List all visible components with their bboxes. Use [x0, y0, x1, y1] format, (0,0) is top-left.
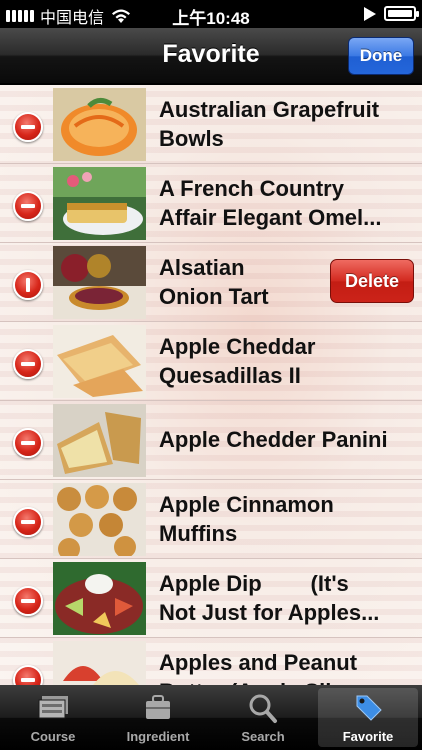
delete-toggle-icon[interactable] [13, 665, 43, 685]
tab-ingredient[interactable]: Ingredient [108, 688, 208, 747]
delete-toggle-icon[interactable] [13, 112, 43, 142]
recipe-thumbnail [53, 562, 146, 635]
delete-confirm-icon[interactable] [13, 270, 43, 300]
delete-button[interactable]: Delete [330, 259, 414, 303]
recipe-thumbnail [53, 404, 146, 477]
recipe-thumbnail [53, 641, 146, 685]
list-item[interactable]: Apples and Peanut Butter (Apple Slices..… [0, 638, 422, 685]
list-item[interactable]: Apple Chedder Panini [0, 401, 422, 480]
course-icon [38, 696, 68, 719]
recipe-thumbnail [53, 325, 146, 398]
list-item[interactable]: Alsatian Onion Tart Delete [0, 243, 422, 322]
status-right [364, 6, 419, 21]
delete-toggle-icon[interactable] [13, 507, 43, 537]
list-item[interactable]: Apple Cheddar Quesadillas II [0, 322, 422, 401]
tab-label: Course [30, 729, 76, 744]
list-item[interactable]: Apple Cinnamon Muffins [0, 480, 422, 559]
recipe-title: Australian Grapefruit Bowls [159, 97, 380, 151]
recipe-title: Apple Cheddar Quesadillas II [159, 334, 316, 388]
ingredient-icon [146, 695, 170, 719]
recipe-thumbnail [53, 246, 146, 319]
recipe-thumbnail [53, 483, 146, 556]
list-item[interactable]: A French Country Affair Elegant Omel... [0, 164, 422, 243]
tab-search[interactable]: Search [213, 688, 313, 747]
recipe-title: Apple Chedder Panini [159, 427, 388, 452]
delete-toggle-icon[interactable] [13, 191, 43, 221]
tab-label: Favorite [342, 729, 394, 744]
list-item[interactable]: Australian Grapefruit Bowls [0, 85, 422, 164]
recipe-title: Apple Cinnamon Muffins [159, 492, 334, 546]
delete-toggle-icon[interactable] [13, 428, 43, 458]
status-time: 上午10:48 [172, 9, 250, 28]
recipe-title: A French Country Affair Elegant Omel... [159, 176, 382, 230]
battery-icon [384, 6, 419, 21]
tab-favorite[interactable]: Favorite [318, 688, 418, 747]
tag-icon [356, 695, 382, 721]
recipe-title: Apples and Peanut Butter (Apple Slices..… [159, 650, 386, 685]
tab-course[interactable]: Course [3, 688, 103, 747]
status-bar: 中国电信 上午10:48 [0, 0, 422, 28]
tab-bar: Course Ingredient Search Favorite [0, 685, 422, 750]
recipe-title: Apple Dip (It's Not Just for Apples... [159, 571, 380, 625]
recipe-thumbnail [53, 167, 146, 240]
play-icon [364, 6, 376, 21]
recipe-thumbnail [53, 88, 146, 161]
delete-toggle-icon[interactable] [13, 586, 43, 616]
favorites-list: Australian Grapefruit Bowls A French Cou… [0, 85, 422, 685]
tab-label: Search [241, 729, 285, 744]
navigation-bar: Favorite Done [0, 28, 422, 84]
delete-toggle-icon[interactable] [13, 349, 43, 379]
search-icon [249, 694, 277, 723]
list-item[interactable]: Apple Dip (It's Not Just for Apples... [0, 559, 422, 638]
done-button[interactable]: Done [348, 37, 414, 75]
tab-label: Ingredient [126, 729, 190, 744]
